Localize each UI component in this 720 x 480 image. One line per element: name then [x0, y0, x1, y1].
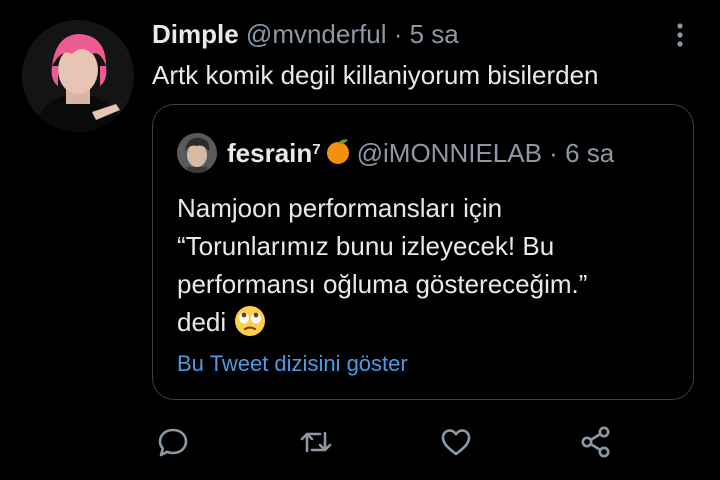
quoted-avatar[interactable]	[177, 133, 217, 173]
quoted-header: fesrain7 @iMONNIELAB · 6 sa	[227, 132, 614, 171]
retweet-button[interactable]	[298, 424, 334, 460]
tweet-text: Artk komik degil killaniyorum bisilerden	[152, 60, 599, 90]
more-vertical-icon	[677, 23, 683, 47]
share-button[interactable]	[578, 424, 614, 460]
reply-icon	[158, 428, 188, 457]
action-bar	[0, 418, 720, 464]
handle[interactable]: @mvnderful	[246, 19, 387, 49]
avatar[interactable]	[22, 20, 134, 132]
quoted-handle[interactable]: @iMONNIELAB	[357, 138, 542, 168]
quoted-text-word: dedi	[177, 307, 227, 337]
share-icon	[581, 426, 610, 458]
retweet-icon	[300, 431, 332, 453]
display-name[interactable]: Dimple	[152, 19, 239, 49]
orange-emoji-icon	[326, 139, 349, 164]
quoted-display-name[interactable]: fesrain	[227, 138, 312, 168]
more-options-button[interactable]	[666, 18, 694, 52]
quoted-separator: ·	[549, 138, 558, 168]
quoted-name-superscript: 7	[312, 141, 321, 158]
quoted-tweet[interactable]: fesrain7 @iMONNIELAB · 6 sa Namjoon perf…	[152, 104, 694, 400]
like-icon	[441, 429, 471, 456]
like-button[interactable]	[438, 424, 474, 460]
tweet-header: Dimple @mvnderful · 5 sa	[152, 18, 459, 50]
quoted-text-line: performansı oğluma göstereceğim.”	[177, 269, 588, 299]
timestamp[interactable]: 5 sa	[410, 19, 459, 49]
rolling-eyes-emoji-icon	[235, 306, 266, 336]
avatar-image	[22, 20, 134, 132]
quoted-text: Namjoon performansları için “Torunlarımı…	[177, 189, 677, 341]
quoted-text-line-last: dedi	[177, 303, 677, 341]
show-thread-link[interactable]: Bu Tweet dizisini göster	[177, 349, 408, 379]
quoted-text-line: “Torunlarımız bunu izleyecek! Bu	[177, 231, 555, 261]
quoted-text-line: Namjoon performansları için	[177, 193, 503, 223]
quoted-timestamp[interactable]: 6 sa	[565, 138, 614, 168]
separator: ·	[393, 19, 403, 49]
reply-button[interactable]	[155, 424, 191, 460]
quoted-avatar-image	[177, 133, 217, 173]
